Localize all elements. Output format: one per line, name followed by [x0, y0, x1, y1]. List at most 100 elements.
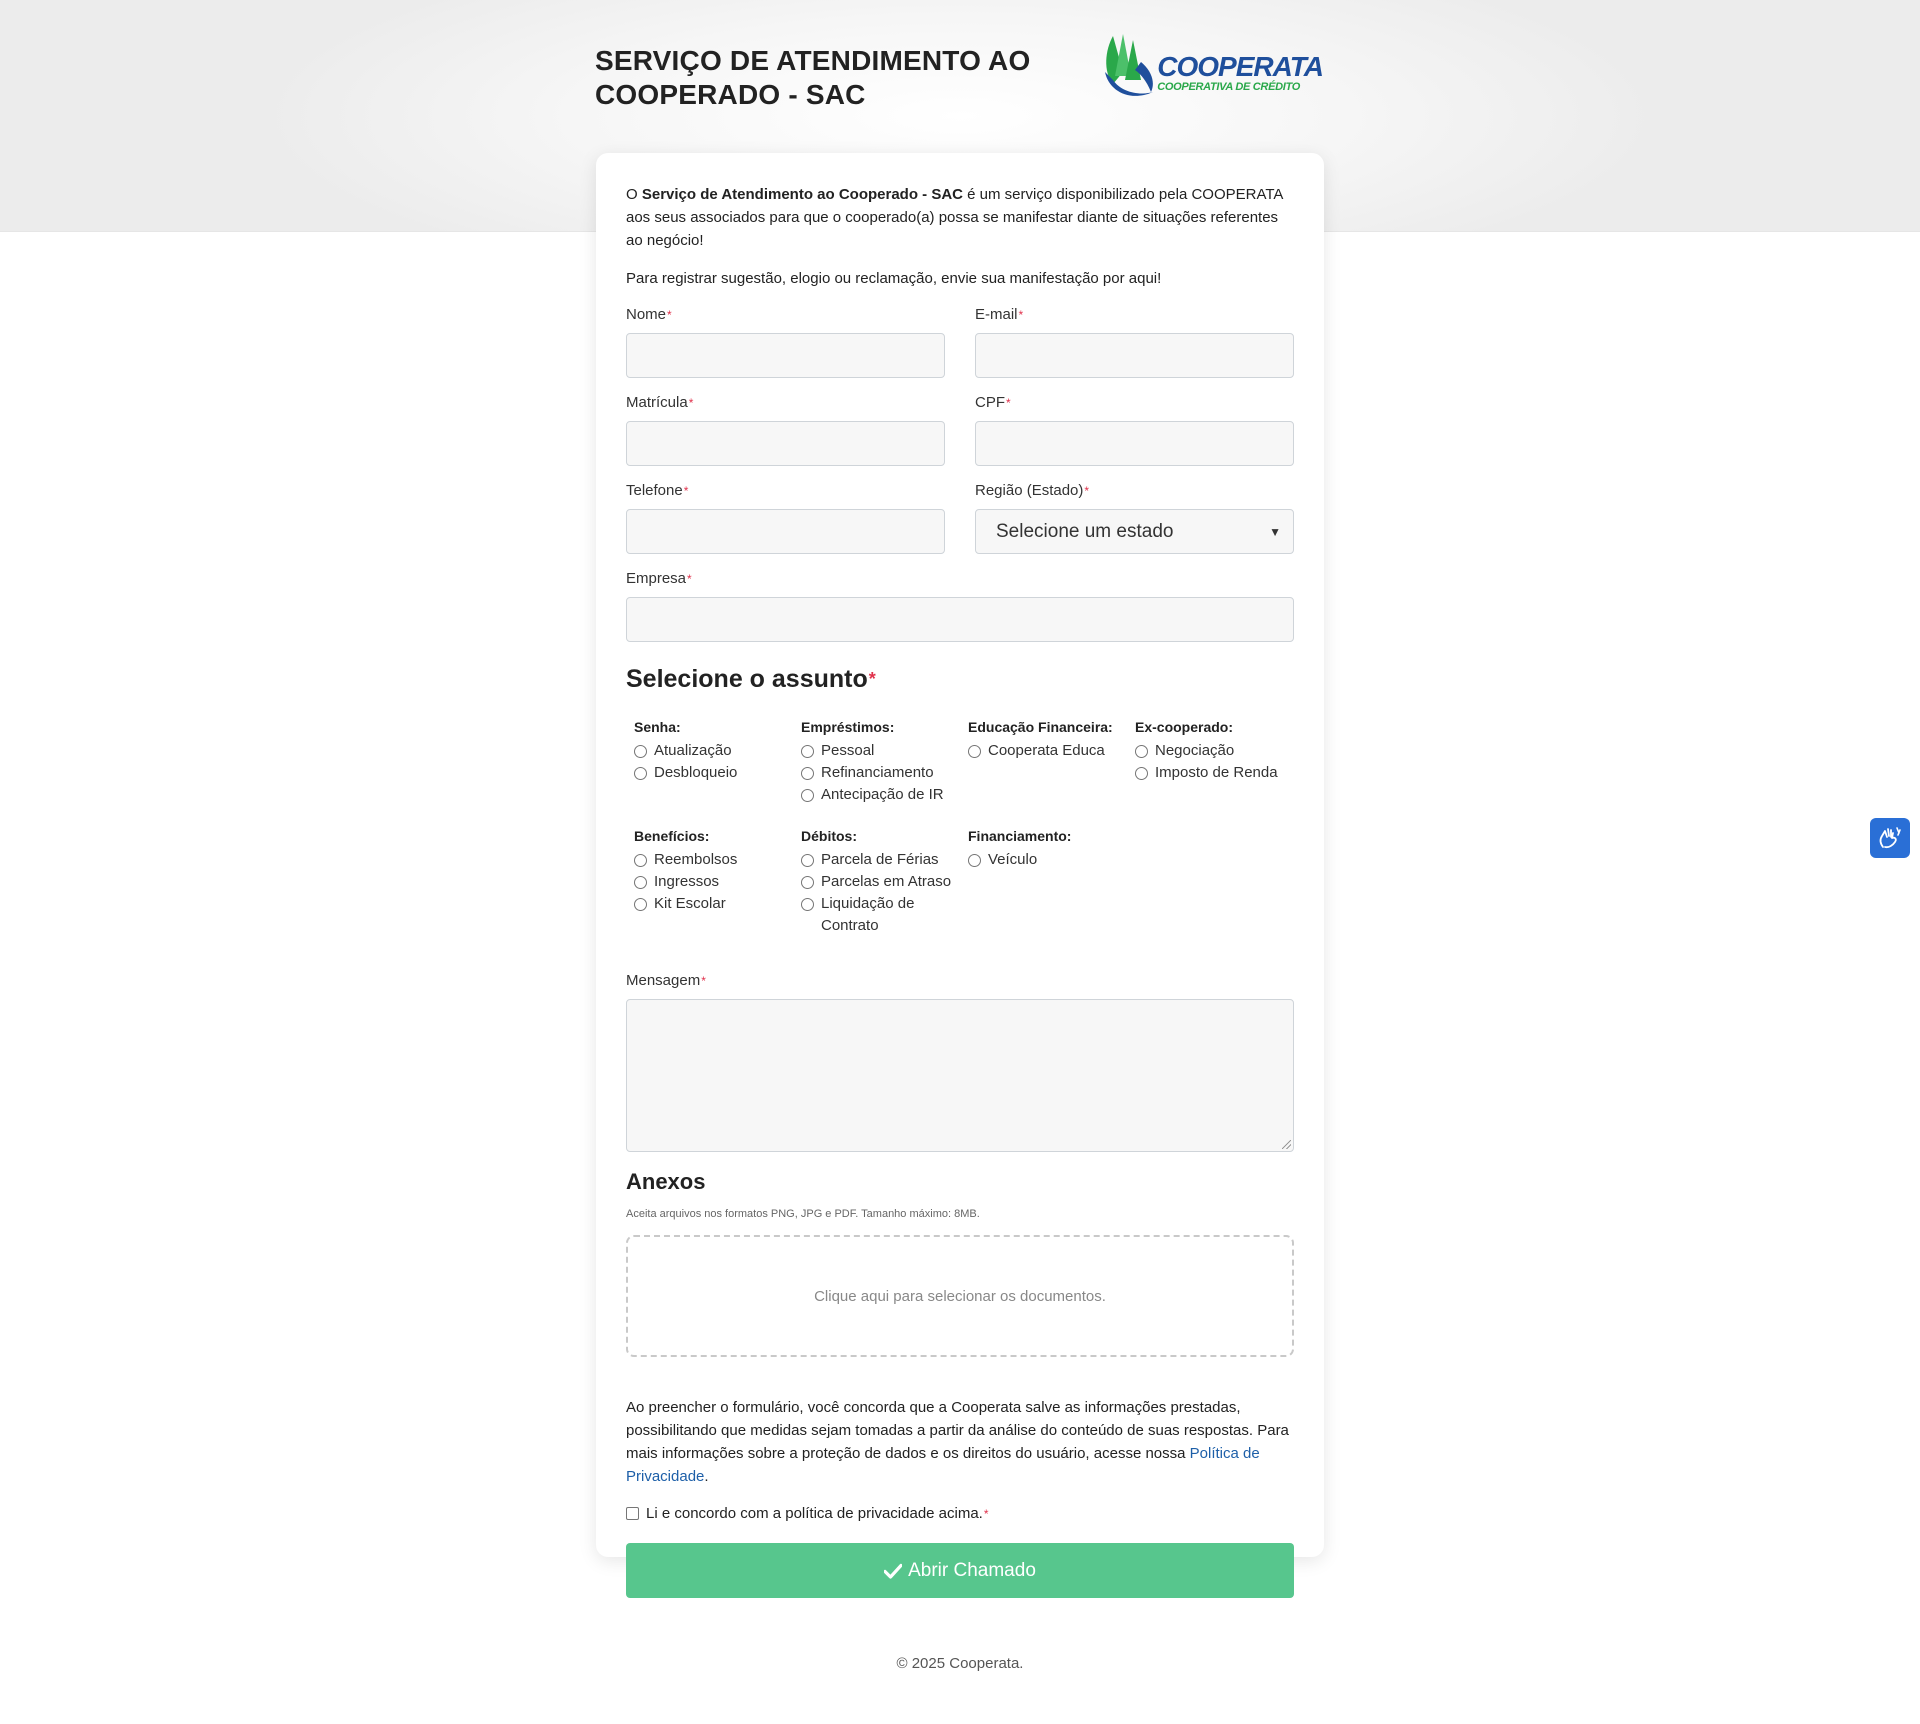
intro-prefix: O — [626, 186, 642, 203]
subject-category-title: Ex-cooperado: — [1135, 719, 1234, 735]
subject-option[interactable]: Atualização — [634, 740, 801, 762]
subject-option-label: Antecipação de IR — [821, 786, 944, 803]
subject-radio[interactable] — [801, 898, 814, 911]
subject-option[interactable]: Antecipação de IR — [801, 784, 968, 806]
subject-category: Financiamento: Veículo — [968, 826, 1135, 937]
subject-category: Empréstimos: Pessoal Refinanciamento Anteci… — [801, 717, 968, 806]
file-dropzone[interactable]: Clique aqui para selecionar os documento… — [626, 1235, 1294, 1357]
subject-option-label: Atualização — [654, 742, 732, 759]
subject-option[interactable]: Reembolsos — [634, 849, 801, 871]
submit-label: Abrir Chamado — [908, 1559, 1036, 1581]
cpf-label: CPF* — [975, 394, 1011, 411]
subject-radio[interactable] — [801, 767, 814, 780]
matricula-label: Matrícula* — [626, 394, 694, 411]
telefone-label: Telefone* — [626, 482, 689, 499]
cooperata-tree-logo-icon — [1105, 34, 1154, 96]
accessibility-button[interactable] — [1870, 818, 1910, 858]
subject-option-label: Liquidação de Contrato — [821, 895, 915, 934]
subject-radio[interactable] — [634, 898, 647, 911]
subject-option-label: Pessoal — [821, 742, 875, 759]
subject-option-label: Parcelas em Atraso — [821, 873, 952, 890]
intro-bold: Serviço de Atendimento ao Cooperado - SA… — [641, 186, 963, 203]
subject-option-label: Desbloqueio — [654, 764, 738, 781]
subject-option[interactable]: Pessoal — [801, 740, 968, 762]
privacy-agree-label: Li e concordo com a política de privacid… — [646, 1505, 983, 1522]
abrir-chamado-button[interactable]: Abrir Chamado — [626, 1543, 1294, 1598]
subject-category: Ex-cooperado: Negociação Imposto de Renda — [1135, 717, 1302, 806]
subject-option[interactable]: Ingressos — [634, 871, 801, 893]
privacy-agree-row: Li e concordo com a política de privacid… — [626, 1505, 1294, 1522]
subject-radio[interactable] — [1135, 745, 1148, 758]
sign-language-hands-icon — [1879, 827, 1901, 849]
nome-label: Nome* — [626, 306, 672, 323]
subject-option-label: Ingressos — [654, 873, 720, 890]
cooperata-logo: COOPERATA COOPERATIVA DE CRÉDITO — [1101, 32, 1324, 104]
subject-categories: Senha: Atualização Desbloqueio Empréstimos:… — [626, 717, 1294, 937]
subject-option[interactable]: Desbloqueio — [634, 762, 801, 784]
subject-option[interactable]: Cooperata Educa — [968, 740, 1135, 762]
subject-option-label: Reembolsos — [654, 851, 738, 868]
subject-radio[interactable] — [801, 745, 814, 758]
sac-form-card: O Serviço de Atendimento ao Cooperado - … — [596, 153, 1324, 1598]
mensagem-label: Mensagem* — [626, 972, 706, 989]
subject-radio[interactable] — [634, 876, 647, 889]
subject-radio[interactable] — [968, 745, 981, 758]
subject-radio[interactable] — [634, 767, 647, 780]
logo-text: COOPERATA COOPERATIVA DE CRÉDITO — [1157, 53, 1324, 94]
mensagem-textarea[interactable] — [626, 999, 1294, 1152]
subject-option-label: Imposto de Renda — [1155, 764, 1278, 781]
subject-option[interactable]: Kit Escolar — [634, 893, 801, 915]
intro-text: O Serviço de Atendimento ao Cooperado - … — [626, 183, 1294, 252]
intro-instruction: Para registrar sugestão, elogio ou recla… — [626, 270, 1162, 287]
subject-category-title: Financiamento: — [968, 828, 1072, 844]
footer-copyright: © 2025 Cooperata. — [896, 1655, 1024, 1672]
subject-category-title: Educação Financeira: — [968, 719, 1113, 735]
cpf-input[interactable] — [975, 421, 1294, 466]
subject-option[interactable]: Parcelas em Atraso — [801, 871, 968, 893]
subject-radio[interactable] — [801, 789, 814, 802]
subject-radio[interactable] — [801, 876, 814, 889]
subject-radio[interactable] — [801, 854, 814, 867]
subject-radio[interactable] — [634, 854, 647, 867]
page-header: SERVIÇO DE ATENDIMENTO AO COOPERADO - SA… — [595, 30, 1325, 140]
subject-option-label: Veículo — [988, 851, 1038, 868]
privacy-notice: Ao preencher o formulário, você concorda… — [626, 1399, 1289, 1485]
nome-input[interactable] — [626, 333, 945, 378]
empresa-label: Empresa* — [626, 570, 692, 587]
anexos-hint: Aceita arquivos nos formatos PNG, JPG e … — [626, 1208, 980, 1220]
subject-category: Educação Financeira: Cooperata Educa — [968, 717, 1135, 806]
email-input[interactable] — [975, 333, 1294, 378]
subject-category-title: Senha: — [634, 719, 681, 735]
check-icon — [884, 1563, 903, 1579]
resize-handle-icon[interactable] — [1282, 1140, 1291, 1149]
regiao-label: Região (Estado)* — [975, 482, 1090, 499]
dropzone-text: Clique aqui para selecionar os documento… — [814, 1287, 1106, 1305]
subject-category-title: Benefícios: — [634, 828, 710, 844]
subject-radio[interactable] — [968, 854, 981, 867]
subject-option-label: Negociação — [1155, 742, 1235, 759]
subject-option-label: Refinanciamento — [821, 764, 934, 781]
regiao-select[interactable]: Selecione um estado ▼ — [975, 509, 1294, 554]
email-label: E-mail* — [975, 306, 1024, 323]
subject-option[interactable]: Veículo — [968, 849, 1135, 871]
privacy-agree-checkbox[interactable] — [626, 1507, 639, 1520]
subject-category-title: Empréstimos: — [801, 719, 895, 735]
chevron-down-icon: ▼ — [1269, 524, 1281, 539]
empresa-input[interactable] — [626, 597, 1294, 642]
subject-category: Senha: Atualização Desbloqueio — [634, 717, 801, 806]
anexos-title: Anexos — [626, 1169, 706, 1194]
subject-option[interactable]: Parcela de Férias — [801, 849, 968, 871]
subject-option-label: Parcela de Férias — [821, 851, 939, 868]
subject-radio[interactable] — [634, 745, 647, 758]
subject-option[interactable]: Imposto de Renda — [1135, 762, 1302, 784]
telefone-input[interactable] — [626, 509, 945, 554]
subject-category: Débitos: Parcela de Férias Parcelas em Atr… — [801, 826, 968, 937]
subject-category: Benefícios: Reembolsos Ingressos Kit Escola… — [634, 826, 801, 937]
subject-radio[interactable] — [1135, 767, 1148, 780]
subject-option[interactable]: Negociação — [1135, 740, 1302, 762]
matricula-input[interactable] — [626, 421, 945, 466]
page-title: SERVIÇO DE ATENDIMENTO AO COOPERADO - SA… — [595, 45, 1031, 110]
subject-option[interactable]: Refinanciamento — [801, 762, 968, 784]
subject-option[interactable]: Liquidação de Contrato — [801, 893, 968, 937]
subject-category-title: Débitos: — [801, 828, 857, 844]
